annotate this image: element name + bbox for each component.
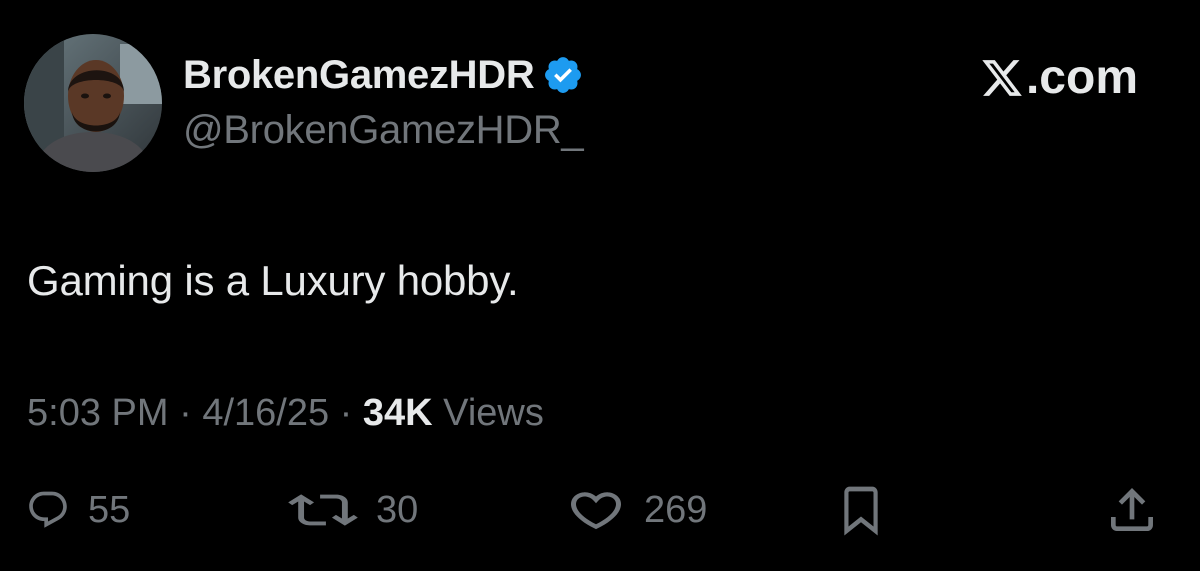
verified-badge-icon bbox=[545, 57, 582, 93]
tweet-meta: 5:03 PM · 4/16/25 · 34K Views bbox=[27, 392, 544, 435]
reply-count: 55 bbox=[88, 488, 131, 531]
avatar[interactable] bbox=[24, 34, 162, 172]
x-logo-icon bbox=[982, 59, 1022, 96]
bookmark-button[interactable] bbox=[836, 478, 886, 542]
bookmark-icon bbox=[844, 486, 878, 536]
tweet-text: Gaming is a Luxury hobby. bbox=[27, 257, 519, 304]
tweet-time[interactable]: 5:03 PM bbox=[27, 392, 169, 435]
meta-separator: · bbox=[168, 392, 203, 434]
views-label: Views bbox=[432, 392, 544, 434]
share-button[interactable] bbox=[1104, 478, 1160, 542]
reply-icon bbox=[29, 491, 67, 528]
like-count: 269 bbox=[644, 488, 708, 531]
source-watermark: .com bbox=[980, 50, 1138, 105]
meta-separator: · bbox=[329, 392, 363, 434]
source-label: .com bbox=[1025, 51, 1138, 104]
user-handle[interactable]: @BrokenGamezHDR_ bbox=[183, 108, 584, 153]
tweet-date[interactable]: 4/16/25 bbox=[202, 392, 329, 435]
views-count: 34K bbox=[362, 392, 433, 434]
heart-icon bbox=[570, 492, 622, 530]
repost-count: 30 bbox=[376, 488, 419, 531]
share-icon bbox=[1111, 488, 1153, 531]
author-name-row[interactable]: BrokenGamezHDR bbox=[183, 52, 584, 98]
repost-icon bbox=[288, 494, 358, 526]
repost-button[interactable]: 30 bbox=[288, 478, 418, 542]
tweet-card: BrokenGamezHDR @BrokenGamezHDR_ .com Gam… bbox=[0, 0, 1200, 571]
action-bar: 55 30 269 bbox=[0, 478, 1200, 542]
display-name[interactable]: BrokenGamezHDR bbox=[183, 53, 535, 98]
reply-button[interactable]: 55 bbox=[26, 478, 130, 542]
like-button[interactable]: 269 bbox=[566, 478, 707, 542]
avatar-image bbox=[24, 34, 162, 172]
